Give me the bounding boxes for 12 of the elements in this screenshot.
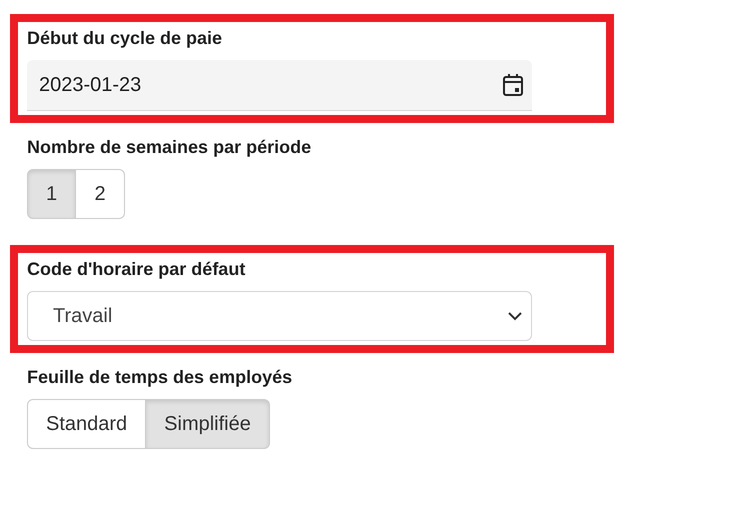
toggle-option[interactable]: 1 <box>27 169 76 219</box>
field-label: Feuille de temps des employés <box>27 366 294 389</box>
select-field[interactable]: Travail <box>27 291 532 341</box>
calendar-icon <box>502 73 524 97</box>
date-field[interactable]: 2023-01-23 <box>27 60 532 111</box>
chevron-down-icon <box>507 311 523 321</box>
toggle-option[interactable]: Simplifiée <box>146 399 270 449</box>
field-label: Nombre de semaines par période <box>27 136 312 159</box>
field-label: Code d'horaire par défaut <box>27 258 246 281</box>
toggle-option[interactable]: 2 <box>76 169 125 219</box>
field-label: Début du cycle de paie <box>27 27 224 50</box>
toggle-option[interactable]: Standard <box>27 399 146 449</box>
